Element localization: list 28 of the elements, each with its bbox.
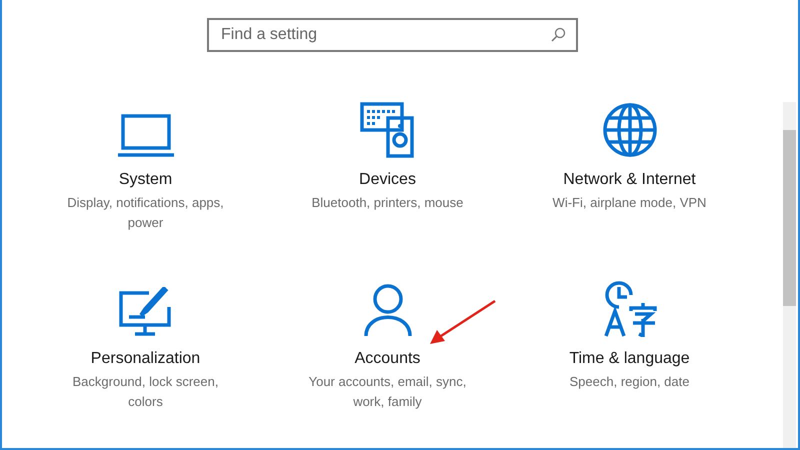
scrollbar[interactable] [783, 102, 796, 448]
clock-and-letters-icon [602, 281, 656, 337]
person-icon [362, 283, 412, 337]
settings-category[interactable]: Network & Internet Wi-Fi, airplane mode, VPN [514, 94, 744, 233]
scrollbar-thumb[interactable] [783, 130, 796, 306]
keyboard-and-speaker-icon [360, 102, 416, 158]
category-title: Personalization [90, 349, 200, 369]
settings-category[interactable]: Time & language Speech, region, date [514, 273, 744, 412]
settings-category[interactable]: Personalization Background, lock screen, colors [30, 273, 260, 412]
category-title: Network & Internet [563, 170, 696, 190]
category-title: Time & language [569, 349, 690, 369]
category-description: Speech, region, date [568, 373, 690, 391]
monitor-with-brush-icon [118, 287, 172, 337]
category-title: Accounts [354, 349, 420, 369]
settings-category[interactable]: Devices Bluetooth, printers, mouse [272, 94, 502, 233]
laptop-icon [116, 114, 174, 158]
category-title: Devices [359, 170, 416, 190]
settings-category[interactable]: Accounts Your accounts, email, sync, work, family [272, 273, 502, 412]
category-description: Display, notifications, apps, power [66, 194, 225, 232]
category-description: Wi-Fi, airplane mode, VPN [552, 194, 708, 212]
category-title: System [118, 170, 172, 190]
settings-category[interactable]: System Display, notifications, apps, power [30, 94, 260, 233]
category-description: Your accounts, email, sync, work, family [308, 373, 468, 411]
category-description: Background, lock screen, colors [72, 373, 220, 411]
search-icon[interactable] [550, 27, 566, 43]
search-field[interactable]: Find a setting [207, 18, 578, 52]
globe-icon [602, 102, 658, 158]
category-description: Bluetooth, printers, mouse [310, 194, 464, 212]
